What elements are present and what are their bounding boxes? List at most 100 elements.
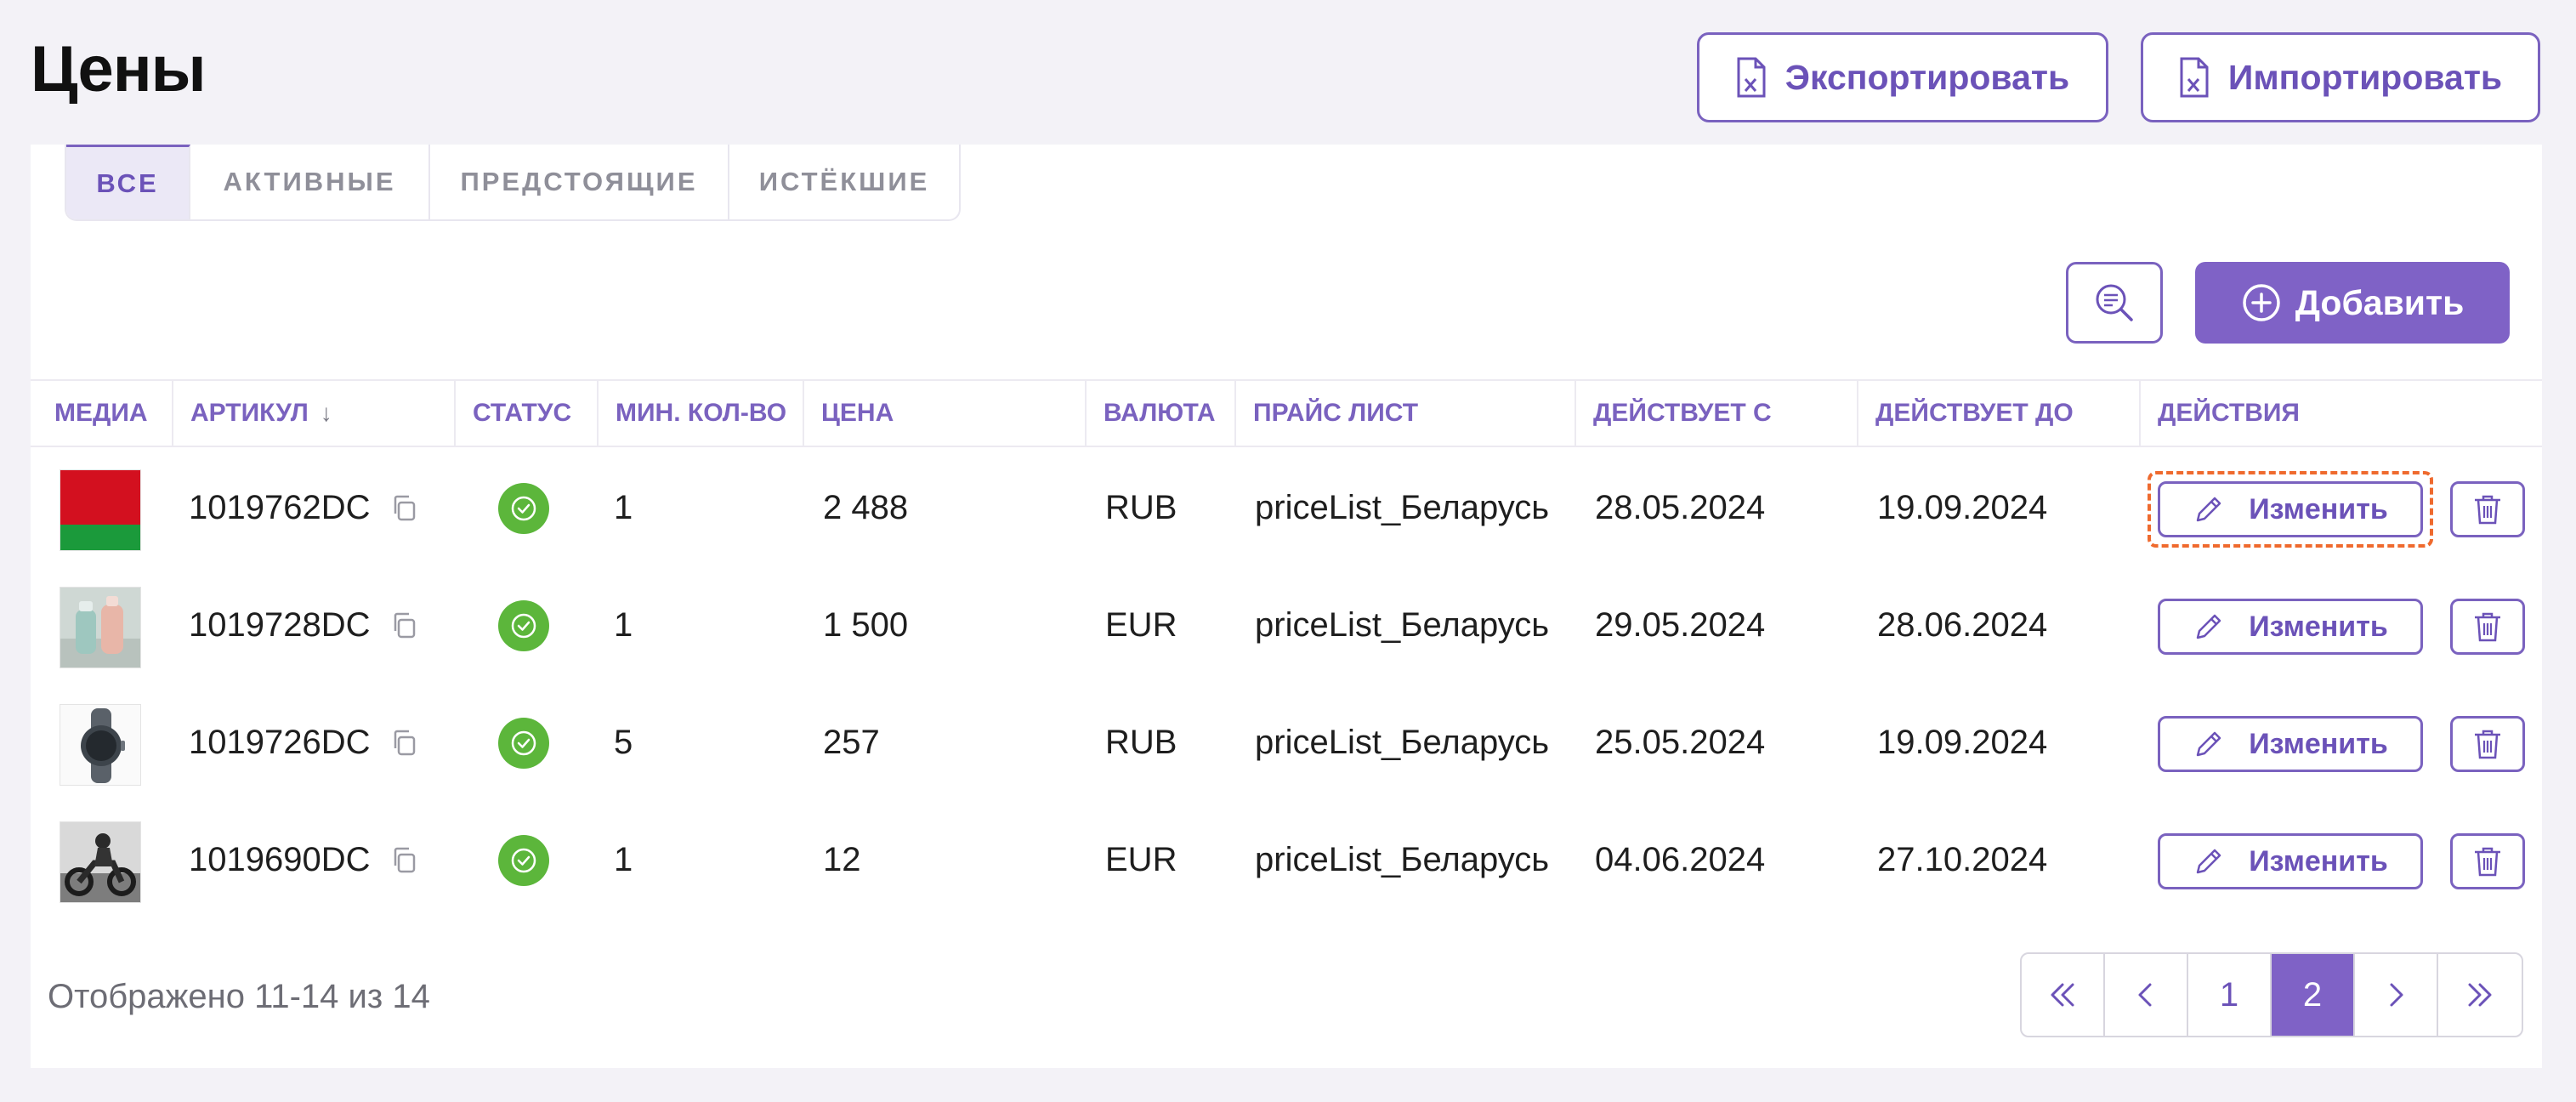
column-header-media[interactable]: МЕДИА <box>31 381 173 446</box>
double-chevron-right-icon <box>2468 983 2492 1007</box>
pencil-icon <box>2196 614 2221 639</box>
column-header-price[interactable]: ЦЕНА <box>804 381 1087 446</box>
trash-icon <box>2475 847 2500 877</box>
excel-file-icon <box>2180 57 2209 98</box>
search-filter-button[interactable] <box>2066 262 2163 344</box>
delete-button[interactable] <box>2450 481 2525 537</box>
min-qty-cell: 5 <box>614 723 633 761</box>
search-list-icon <box>2096 284 2133 321</box>
edit-button-label: Изменить <box>2249 844 2388 878</box>
prev-page-button[interactable] <box>2105 954 2188 1036</box>
sku-cell: 1019726DC <box>189 684 418 801</box>
excel-file-icon <box>1737 57 1766 98</box>
sku-cell: 1019762DC <box>189 449 418 566</box>
check-circle-icon <box>511 613 536 639</box>
status-active-badge <box>498 483 549 534</box>
column-header-min-qty[interactable]: МИН. КОЛ-ВО <box>599 381 804 446</box>
copy-icon[interactable] <box>389 845 418 874</box>
trash-icon <box>2475 612 2500 642</box>
valid-from-cell: 25.05.2024 <box>1595 723 1766 761</box>
currency-cell: EUR <box>1105 840 1177 878</box>
valid-to-cell: 28.06.2024 <box>1877 605 2048 644</box>
table-row: 1019762DC 1 2 488 RUB priceList_Беларусь… <box>31 449 2542 566</box>
page-button-1[interactable]: 1 <box>2188 954 2272 1036</box>
table-row: 1019690DC 1 12 EUR priceList_Беларусь 04… <box>31 801 2542 918</box>
table-row: 1019728DC 1 1 500 EUR priceList_Беларусь… <box>31 566 2542 684</box>
edit-button[interactable]: Изменить <box>2158 481 2423 537</box>
smartwatch-image <box>60 705 140 785</box>
currency-cell: EUR <box>1105 605 1177 644</box>
column-header-actions: ДЕЙСТВИЯ <box>2158 399 2300 427</box>
page-button-2[interactable]: 2 <box>2272 954 2355 1036</box>
product-bottles-image <box>60 588 140 667</box>
copy-icon[interactable] <box>389 611 418 639</box>
check-circle-icon <box>511 496 536 521</box>
sort-arrow-icon[interactable]: ↓ <box>321 400 332 427</box>
valid-to-cell: 19.09.2024 <box>1877 723 2048 761</box>
motorcycle-photo-image <box>60 822 140 902</box>
edit-button[interactable]: Изменить <box>2158 716 2423 772</box>
export-button-label: Экспортировать <box>1784 57 2070 97</box>
tab-active[interactable]: АКТИВНЫЕ <box>190 145 430 219</box>
double-chevron-left-icon <box>2051 983 2074 1007</box>
product-thumbnail[interactable] <box>60 587 141 668</box>
tab-all[interactable]: ВСЕ <box>66 145 190 219</box>
copy-icon[interactable] <box>389 728 418 757</box>
price-list-cell: priceList_Беларусь <box>1255 840 1550 878</box>
page-title: Цены <box>31 33 207 105</box>
import-button[interactable]: Импортировать <box>2141 32 2540 122</box>
pencil-icon <box>2196 497 2221 522</box>
pagination-summary: Отображено 11-14 из 14 <box>48 978 430 1015</box>
delete-button[interactable] <box>2450 833 2525 889</box>
price-cell: 2 488 <box>823 488 909 526</box>
column-header-valid-from[interactable]: ДЕЙСТВУЕТ С <box>1576 381 1858 446</box>
product-thumbnail[interactable] <box>60 469 141 551</box>
edit-button-label: Изменить <box>2249 610 2388 643</box>
delete-button[interactable] <box>2450 716 2525 772</box>
add-button[interactable]: Добавить <box>2195 262 2510 344</box>
flag-belarus-image <box>60 470 140 550</box>
status-active-badge <box>498 718 549 769</box>
sku-cell: 1019690DC <box>189 801 418 918</box>
currency-cell: RUB <box>1105 723 1177 761</box>
first-page-button[interactable] <box>2022 954 2105 1036</box>
last-page-button[interactable] <box>2438 954 2522 1036</box>
sku-value: 1019690DC <box>189 840 371 878</box>
column-header-valid-to[interactable]: ДЕЙСТВУЕТ ДО <box>1858 381 2141 446</box>
prices-card: ВСЕ АКТИВНЫЕ ПРЕДСТОЯЩИЕ ИСТЁКШИЕ Добави… <box>31 145 2542 1068</box>
status-tabs: ВСЕ АКТИВНЫЕ ПРЕДСТОЯЩИЕ ИСТЁКШИЕ <box>65 145 961 221</box>
column-header-sku-label: АРТИКУЛ <box>190 399 309 427</box>
status-active-badge <box>498 600 549 651</box>
chevron-left-icon <box>2138 983 2152 1007</box>
delete-button[interactable] <box>2450 599 2525 655</box>
tab-upcoming[interactable]: ПРЕДСТОЯЩИЕ <box>430 145 729 219</box>
sku-value: 1019762DC <box>189 488 371 526</box>
valid-to-cell: 19.09.2024 <box>1877 488 2048 526</box>
price-list-cell: priceList_Беларусь <box>1255 605 1550 644</box>
status-active-badge <box>498 835 549 886</box>
edit-button[interactable]: Изменить <box>2158 599 2423 655</box>
column-header-price-list[interactable]: ПРАЙС ЛИСТ <box>1236 381 1576 446</box>
product-thumbnail[interactable] <box>60 821 141 903</box>
copy-icon[interactable] <box>389 493 418 522</box>
chevron-right-icon <box>2390 983 2403 1007</box>
tab-expired[interactable]: ИСТЁКШИЕ <box>729 145 959 219</box>
column-header-sku[interactable]: АРТИКУЛ ↓ <box>173 381 456 446</box>
column-header-status[interactable]: СТАТУС <box>456 381 599 446</box>
edit-button[interactable]: Изменить <box>2158 833 2423 889</box>
valid-to-cell: 27.10.2024 <box>1877 840 2048 878</box>
next-page-button[interactable] <box>2355 954 2438 1036</box>
min-qty-cell: 1 <box>614 840 633 878</box>
column-header-currency[interactable]: ВАЛЮТА <box>1087 381 1236 446</box>
import-button-label: Импортировать <box>2227 57 2503 97</box>
edit-button-label: Изменить <box>2249 492 2388 525</box>
table-row: 1019726DC 5 257 RUB priceList_Беларусь 2… <box>31 684 2542 801</box>
sku-value: 1019728DC <box>189 605 371 644</box>
min-qty-cell: 1 <box>614 488 633 526</box>
product-thumbnail[interactable] <box>60 704 141 786</box>
price-list-cell: priceList_Беларусь <box>1255 723 1550 761</box>
valid-from-cell: 28.05.2024 <box>1595 488 1766 526</box>
trash-icon <box>2475 495 2500 525</box>
export-button[interactable]: Экспортировать <box>1697 32 2108 122</box>
price-cell: 12 <box>823 840 861 878</box>
